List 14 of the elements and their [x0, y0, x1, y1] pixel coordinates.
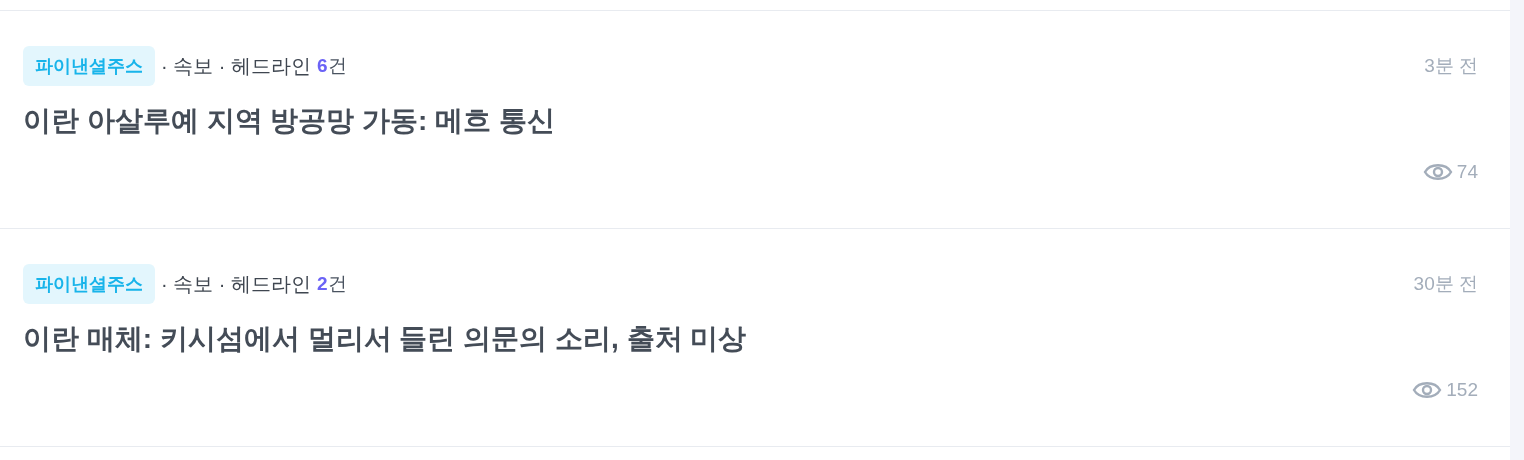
count-unit: 건	[327, 271, 347, 296]
headline-count: 2	[317, 271, 328, 296]
eye-icon	[1412, 380, 1443, 401]
category-text: · 속보 · 헤드라인	[161, 54, 311, 79]
headline-title[interactable]: 이란 아살루예 지역 방공망 가동: 메흐 통신	[23, 104, 1478, 138]
timestamp: 30분 전	[1413, 271, 1478, 296]
count-unit: 건	[327, 53, 347, 78]
category-text: · 속보 · 헤드라인	[161, 272, 311, 297]
view-count: 74	[1456, 160, 1478, 184]
headline-count: 6	[317, 53, 328, 78]
view-count: 152	[1446, 378, 1478, 402]
eye-icon	[1422, 162, 1453, 183]
timestamp: 3분 전	[1424, 53, 1478, 78]
headline-title[interactable]: 이란 매체: 키시섬에서 멀리서 들린 의문의 소리, 출처 미상	[23, 322, 1478, 356]
